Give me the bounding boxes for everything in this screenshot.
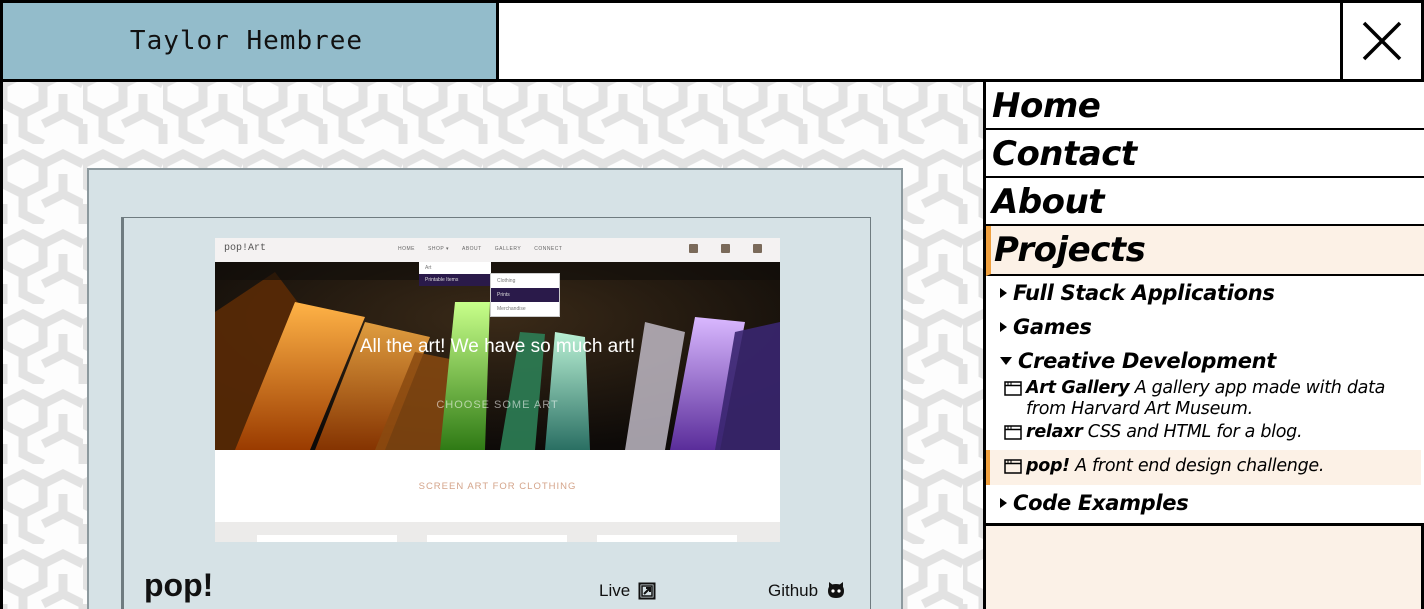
projects-submenu: Full Stack Applications Games Creative D… (986, 276, 1424, 526)
category-label: Code Examples (1013, 491, 1189, 515)
mock-dropdown-item: Printable Items (419, 274, 491, 286)
browser-window-icon (1004, 381, 1022, 396)
github-link[interactable]: Github (768, 581, 846, 601)
mock-thumb (427, 535, 567, 542)
mock-nav-link: CONNECT (534, 246, 563, 252)
mock-section-heading: SCREEN ART FOR CLOTHING (240, 450, 755, 522)
brand-name: Taylor Hembree (129, 26, 364, 56)
close-button[interactable] (1340, 3, 1421, 79)
twitter-icon (721, 244, 730, 253)
hero-heading: All the art! We have so much art! (359, 336, 636, 357)
project-card: All the art! We have so much art! CHOOSE… (87, 168, 903, 609)
mock-nav-link: SHOP ▾ (428, 246, 449, 252)
caret-down-icon (1000, 357, 1012, 365)
external-link-icon (638, 582, 656, 600)
project-item-art-gallery[interactable]: Art Gallery A gallery app made with data… (986, 378, 1421, 420)
project-name: pop! (1026, 456, 1070, 476)
project-item-relaxr[interactable]: relaxr CSS and HTML for a blog. (986, 422, 1421, 443)
category-label: Games (1013, 315, 1092, 339)
mock-subdropdown-item: Merchandise (497, 306, 526, 312)
live-link-label: Live (599, 581, 631, 600)
project-desc: A front end design challenge. (1075, 456, 1325, 476)
browser-window-icon (1004, 425, 1022, 440)
facebook-icon (689, 244, 698, 253)
mock-nav-links: HOME SHOP ▾ ABOUT GALLERY CONNECT (398, 246, 562, 252)
category-label: Full Stack Applications (1013, 281, 1275, 305)
category-games[interactable]: Games (1000, 315, 1092, 339)
close-icon (1362, 21, 1402, 61)
caret-right-icon (1000, 288, 1007, 298)
category-code-examples[interactable]: Code Examples (1000, 491, 1189, 515)
github-icon (828, 582, 845, 598)
mock-subdropdown-item: Clothing (497, 278, 516, 284)
caret-right-icon (1000, 498, 1007, 508)
nav-home[interactable]: Home (986, 82, 1424, 130)
hero-button: CHOOSE SOME ART (436, 399, 559, 411)
live-link[interactable]: Live (599, 581, 656, 601)
mock-nav: pop!Art HOME SHOP ▾ ABOUT GALLERY CONNEC… (215, 238, 780, 262)
project-card-inner: All the art! We have so much art! CHOOSE… (121, 217, 871, 609)
project-name: relaxr (1026, 422, 1083, 442)
mock-thumb (597, 535, 737, 542)
github-link-label: Github (768, 581, 819, 600)
mock-bottom-strip (215, 522, 780, 542)
mock-subdropdown: Clothing Prints Merchandise (490, 273, 560, 317)
nav-about[interactable]: About (986, 178, 1424, 226)
mock-subdropdown-item: Prints (491, 288, 559, 302)
project-item-pop[interactable]: pop! A front end design challenge. (986, 450, 1421, 485)
mock-dropdown: Art Printable Items (419, 262, 491, 286)
mock-social-icons (689, 244, 762, 253)
site-brand[interactable]: Taylor Hembree (3, 3, 499, 79)
category-full-stack[interactable]: Full Stack Applications (1000, 281, 1275, 305)
mock-nav-link: GALLERY (494, 246, 522, 252)
project-name: Art Gallery (1026, 378, 1130, 398)
mock-dropdown-item: Art (425, 265, 432, 271)
sidebar: Home Contact About Projects Full Stack A… (983, 82, 1424, 609)
instagram-icon (753, 244, 762, 253)
mock-logo: pop!Art (224, 243, 267, 254)
caret-right-icon (1000, 322, 1007, 332)
mock-nav-link: ABOUT (461, 246, 482, 252)
browser-window-icon (1004, 459, 1022, 474)
project-screenshot: All the art! We have so much art! CHOOSE… (215, 238, 780, 542)
mock-thumb (257, 535, 397, 542)
nav-projects[interactable]: Projects (986, 226, 1424, 276)
category-creative-development[interactable]: Creative Development (1000, 349, 1276, 373)
category-label: Creative Development (1018, 349, 1277, 373)
main-content: All the art! We have so much art! CHOOSE… (0, 82, 983, 609)
nav-contact[interactable]: Contact (986, 130, 1424, 178)
mock-nav-link: HOME (398, 246, 415, 252)
project-title: pop! (144, 567, 214, 603)
top-bar: Taylor Hembree (0, 0, 1424, 82)
project-desc: CSS and HTML for a blog. (1087, 422, 1303, 442)
